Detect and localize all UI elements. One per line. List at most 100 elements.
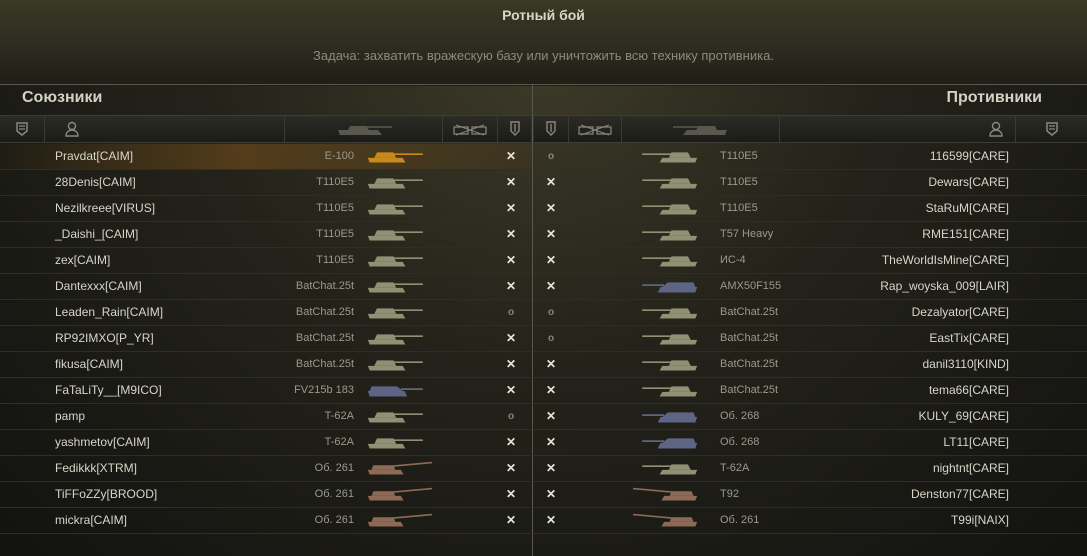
tank-icon <box>633 252 699 274</box>
destroyed-icon: ✕ <box>505 513 517 527</box>
tank-icon <box>633 278 699 300</box>
enemy-sort-status-button[interactable] <box>534 116 569 142</box>
destroyed-icon: ✕ <box>505 435 517 449</box>
tank-name: Об. 261 <box>720 514 760 526</box>
player-name: fikusa[CAIM] <box>55 357 124 371</box>
destroyed-icon: ✕ <box>545 513 557 527</box>
panel-top-border <box>0 84 1087 85</box>
player-name: RP92IMXO[P_YR] <box>55 331 154 345</box>
allies-column-header <box>0 115 531 143</box>
player-name: TiFFoZZy[BROOD] <box>55 487 158 501</box>
sort-status-button[interactable] <box>498 116 531 142</box>
player-name: Denston77[CARE] <box>910 487 1009 501</box>
enemy-row[interactable]: T99i[NAIX] Об. 261 ✕ <box>534 508 1087 534</box>
tank-icon <box>633 148 699 170</box>
ally-row[interactable]: Fedikkk[XTRM] Об. 261 ✕ <box>0 456 531 482</box>
enemy-row[interactable]: KULY_69[CARE] Об. 268 ✕ <box>534 404 1087 430</box>
player-name: Fedikkk[XTRM] <box>55 461 138 475</box>
enemy-sort-vehicle-class-button[interactable] <box>569 116 622 142</box>
tank-name: T-62A <box>324 436 354 448</box>
enemy-row[interactable]: Dewars[CARE] T110E5 ✕ <box>534 170 1087 196</box>
ally-row[interactable]: _Daishi_[CAIM] T110E5 ✕ <box>0 222 531 248</box>
enemy-row[interactable]: Dezalyator[CARE] BatChat.25t o <box>534 300 1087 326</box>
tank-name: BatChat.25t <box>720 358 779 370</box>
player-name: StaRuM[CARE] <box>925 201 1009 215</box>
enemy-row[interactable]: EastTix[CARE] BatChat.25t o <box>534 326 1087 352</box>
player-name: T99i[NAIX] <box>950 513 1009 527</box>
enemy-row[interactable]: Rap_woyska_009[LAIR] AMX50F155 ✕ <box>534 274 1087 300</box>
ally-row[interactable]: fikusa[CAIM] BatChat.25t ✕ <box>0 352 531 378</box>
enemy-row[interactable]: Denston77[CARE] T92 ✕ <box>534 482 1087 508</box>
enemy-row[interactable]: LT11[CARE] Об. 268 ✕ <box>534 430 1087 456</box>
destroyed-icon: ✕ <box>545 487 557 501</box>
sort-tank-button[interactable] <box>285 116 443 142</box>
ally-row[interactable]: mickra[CAIM] Об. 261 ✕ <box>0 508 531 534</box>
destroyed-icon: ✕ <box>545 383 557 397</box>
tank-name: T110E5 <box>720 150 758 162</box>
tank-name: T-62A <box>324 410 354 422</box>
tank-icon <box>633 200 699 222</box>
tank-name: T-62A <box>720 462 750 474</box>
vehicle-class-icon <box>578 124 612 136</box>
player-name: Nezilkreee[VIRUS] <box>55 201 156 215</box>
destroyed-icon: ✕ <box>545 409 557 423</box>
tank-icon <box>633 356 699 378</box>
tank-icon <box>632 486 699 508</box>
enemy-row[interactable]: TheWorldIsMine[CARE] ИС-4 ✕ <box>534 248 1087 274</box>
player-name: Leaden_Rain[CAIM] <box>55 305 164 319</box>
destroyed-icon: ✕ <box>505 461 517 475</box>
enemy-row[interactable]: nightnt[CARE] T-62A ✕ <box>534 456 1087 482</box>
enemy-row[interactable]: tema66[CARE] BatChat.25t ✕ <box>534 378 1087 404</box>
tank-icon <box>633 226 699 248</box>
sort-player-button[interactable] <box>45 116 285 142</box>
tank-name: Об. 261 <box>314 462 354 474</box>
tank-name: BatChat.25t <box>295 332 354 344</box>
destroyed-icon: ✕ <box>545 279 557 293</box>
tank-name: FV215b 183 <box>294 384 354 396</box>
ally-row[interactable]: 28Denis[CAIM] T110E5 ✕ <box>0 170 531 196</box>
player-name: TheWorldIsMine[CARE] <box>881 253 1009 267</box>
tank-icon <box>366 382 432 404</box>
tank-name: T57 Heavy <box>720 228 774 240</box>
sort-vehicle-class-button[interactable] <box>443 116 498 142</box>
sort-rank-button[interactable] <box>0 116 45 142</box>
allies-title: Союзники <box>22 89 103 106</box>
player-name: KULY_69[CARE] <box>918 409 1010 423</box>
enemy-row[interactable]: 116599[CARE] T110E5 o <box>534 144 1087 170</box>
ally-row[interactable]: pamp T-62A o <box>0 404 531 430</box>
enemy-row[interactable]: RME151[CARE] T57 Heavy ✕ <box>534 222 1087 248</box>
ally-row[interactable]: Nezilkreee[VIRUS] T110E5 ✕ <box>0 196 531 222</box>
tank-icon <box>633 330 699 352</box>
ally-row[interactable]: zex[CAIM] T110E5 ✕ <box>0 248 531 274</box>
player-name: nightnt[CARE] <box>932 461 1009 475</box>
player-name: danil3110[KIND] <box>922 357 1010 371</box>
enemy-sort-player-button[interactable] <box>780 116 1016 142</box>
destroyed-icon: ✕ <box>505 253 517 267</box>
ally-row[interactable]: TiFFoZZy[BROOD] Об. 261 ✕ <box>0 482 531 508</box>
ally-row[interactable]: yashmetov[CAIM] T-62A ✕ <box>0 430 531 456</box>
ally-row[interactable]: Leaden_Rain[CAIM] BatChat.25t o <box>0 300 531 326</box>
tank-icon <box>633 174 699 196</box>
enemy-row[interactable]: danil3110[KIND] BatChat.25t ✕ <box>534 352 1087 378</box>
player-name: mickra[CAIM] <box>55 513 127 527</box>
ally-row[interactable]: FaTaLiTy__[M9ICO] FV215b 183 ✕ <box>0 378 531 404</box>
tank-name: T110E5 <box>316 202 354 214</box>
destroyed-icon: ✕ <box>505 175 517 189</box>
battle-task: Задача: захватить вражескую базу или уни… <box>313 48 774 63</box>
tank-icon <box>366 200 432 222</box>
alive-icon: o <box>547 151 555 162</box>
tank-name: T110E5 <box>316 254 354 266</box>
player-name: LT11[CARE] <box>943 435 1009 449</box>
ally-row[interactable]: Pravdat[CAIM] E-100 ✕ <box>0 144 531 170</box>
enemy-row[interactable]: StaRuM[CARE] T110E5 ✕ <box>534 196 1087 222</box>
ally-row[interactable]: RP92IMXO[P_YR] BatChat.25t ✕ <box>0 326 531 352</box>
tank-icon <box>633 434 699 456</box>
tank-name: BatChat.25t <box>295 306 354 318</box>
tank-icon <box>672 126 727 135</box>
ally-row[interactable]: Dantexxx[CAIM] BatChat.25t ✕ <box>0 274 531 300</box>
enemy-sort-tank-button[interactable] <box>622 116 780 142</box>
tank-icon <box>366 356 432 378</box>
enemy-sort-rank-button[interactable] <box>1016 116 1087 142</box>
destroyed-icon: ✕ <box>545 461 557 475</box>
vehicle-class-icon <box>453 124 487 136</box>
